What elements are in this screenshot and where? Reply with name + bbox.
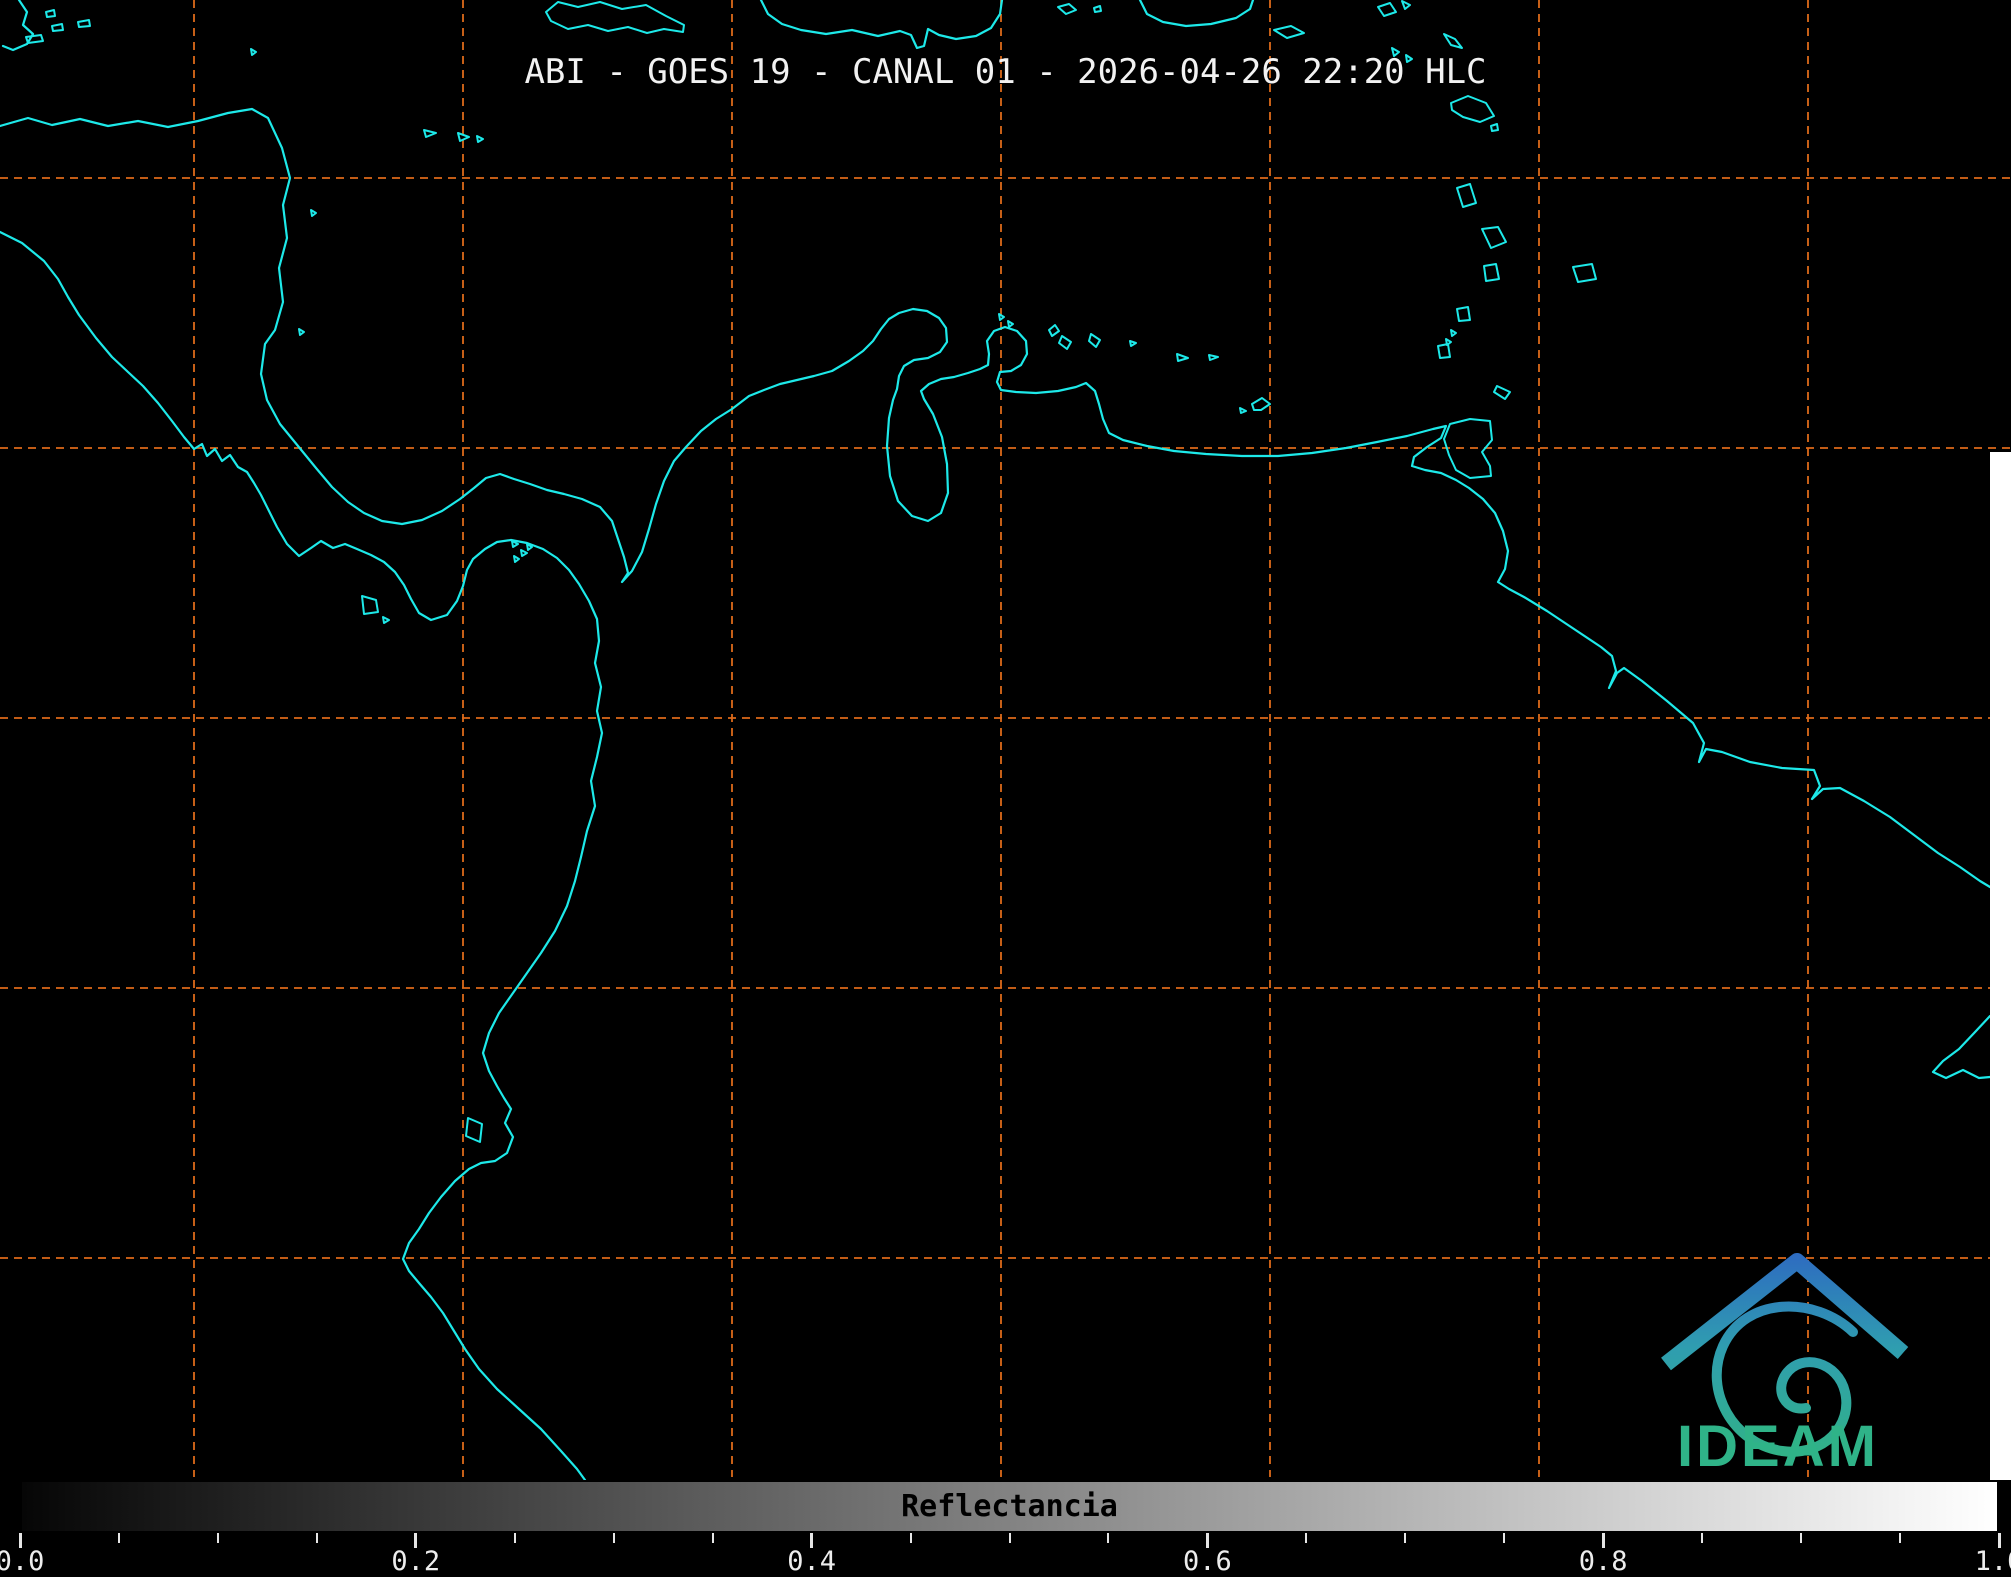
colorbar-tick: [316, 1533, 318, 1543]
coastline-path: [424, 130, 436, 137]
coastline-path: [1008, 321, 1013, 327]
coastline-path: [1444, 34, 1462, 48]
colorbar-tick-label: 1.0: [1954, 1546, 2011, 1577]
colorbar-tick: [118, 1533, 120, 1543]
coastline-path: [362, 596, 378, 614]
island-coastlines: [26, 1, 1596, 1142]
coastline-path: [0, 232, 602, 1480]
coastline-path: [1484, 264, 1499, 281]
coastline-path: [1444, 419, 1492, 478]
coastline-path: [1482, 227, 1506, 248]
no-data-strip: [1990, 452, 2011, 1480]
coastline-path: [52, 24, 63, 31]
ideam-logo: IDEAM: [1666, 1261, 1903, 1479]
coastline-path: [78, 20, 90, 27]
coastline-path: [383, 617, 389, 623]
colorbar-tick: [1701, 1533, 1703, 1543]
coastline-path: [1438, 344, 1450, 358]
coastline-path: [1089, 334, 1100, 347]
coastline-path: [466, 1118, 482, 1142]
ideam-logo-text: IDEAM: [1677, 1414, 1879, 1479]
coastline-path: [46, 10, 55, 17]
colorbar-tick: [1503, 1533, 1505, 1543]
colorbar-tick: [1899, 1533, 1901, 1543]
map-title: ABI - GOES 19 - CANAL 01 - 2026-04-26 22…: [0, 52, 2011, 92]
colorbar-tick: [1305, 1533, 1307, 1543]
colorbar-tick: [217, 1533, 219, 1543]
coastline-path: [1140, 0, 1253, 26]
coastline-path: [1252, 398, 1270, 410]
coastline-path: [1059, 336, 1071, 349]
coastline-path: [1378, 3, 1396, 16]
coastline-path: [1457, 307, 1470, 321]
coastline-path: [1451, 330, 1456, 336]
colorbar-tick: [910, 1533, 912, 1543]
colorbar-tick: [1404, 1533, 1406, 1543]
coastline-path: [311, 210, 316, 216]
coastline-path: [1494, 386, 1510, 399]
colorbar-tick: [514, 1533, 516, 1543]
coastline-path: [999, 314, 1004, 320]
coastline-path: [1049, 325, 1059, 336]
coastline-path: [1457, 184, 1476, 207]
coastline-path: [1177, 354, 1188, 361]
coastline-path: [1274, 26, 1304, 38]
coastline-path: [1402, 1, 1410, 9]
colorbar-tick: [613, 1533, 615, 1543]
satellite-image-viewer: IDEAM ABI - GOES 19 - CANAL 01 - 2026-04…: [0, 0, 2011, 1577]
ideam-mountain-icon: [1666, 1261, 1903, 1364]
coastline-path: [1573, 264, 1596, 282]
coastline-path: [1451, 96, 1494, 122]
coastline-path: [1058, 4, 1076, 14]
coastline-path: [1491, 124, 1498, 131]
coastline-path: [514, 556, 519, 562]
coastline-path: [521, 550, 527, 556]
colorbar-tick: [1800, 1533, 1802, 1543]
coastline-path: [1130, 341, 1136, 346]
coastline-path: [761, 0, 1002, 48]
coastline-path: [1933, 1016, 1990, 1078]
coastline-path: [546, 2, 684, 33]
coastline-path: [1094, 6, 1101, 12]
colorbar-tick-label: 0.0: [0, 1546, 65, 1577]
coastline-path: [1209, 355, 1218, 360]
colorbar-tick: [1107, 1533, 1109, 1543]
coastline-path: [299, 329, 304, 335]
colorbar-tick: [1009, 1533, 1011, 1543]
colorbar-title: Reflectancia: [20, 1480, 1999, 1533]
colorbar-tick-label: 0.8: [1558, 1546, 1648, 1577]
colorbar-tick-label: 0.4: [767, 1546, 857, 1577]
satellite-map: IDEAM: [0, 0, 2011, 1577]
coastline-path: [477, 136, 483, 142]
colorbar-tick-label: 0.6: [1162, 1546, 1252, 1577]
coastline-path: [0, 109, 1990, 887]
colorbar-tick: [712, 1533, 714, 1543]
latlon-gridlines: [0, 0, 2011, 1477]
colorbar-tick-label: 0.2: [371, 1546, 461, 1577]
coastline-path: [1240, 408, 1246, 413]
coastline-path: [26, 35, 43, 43]
coastline-path: [458, 133, 469, 141]
